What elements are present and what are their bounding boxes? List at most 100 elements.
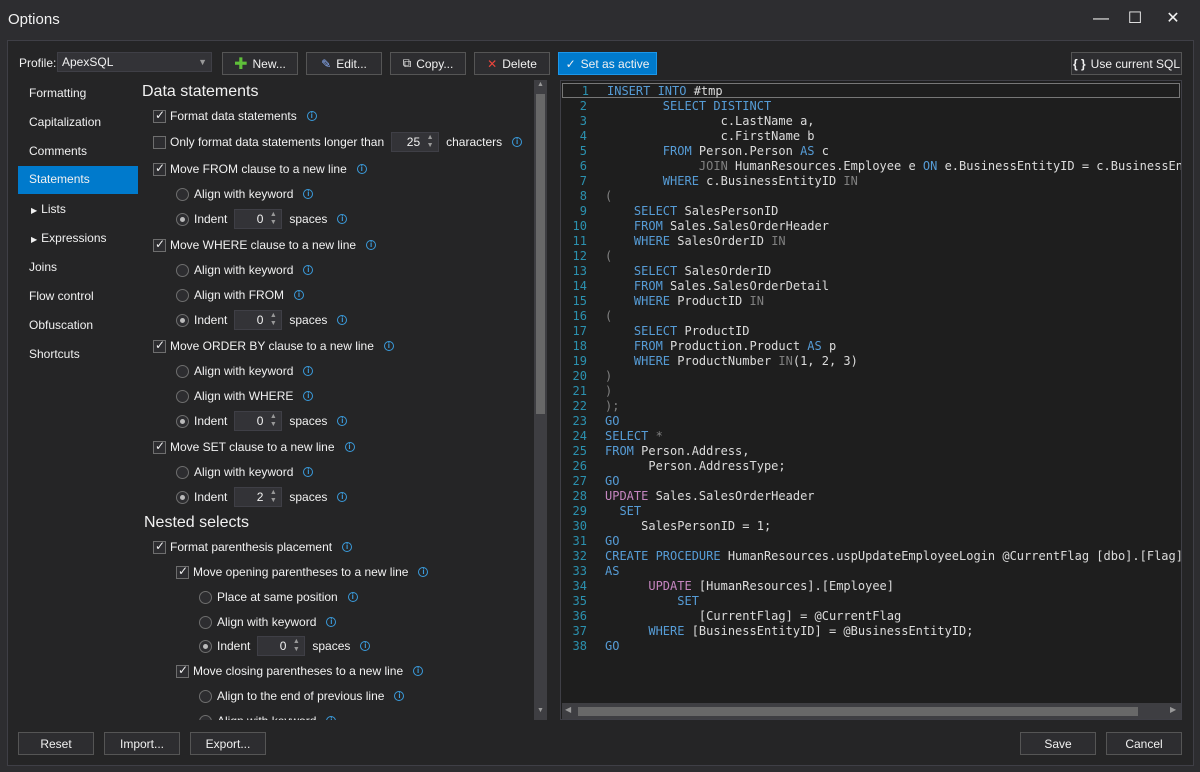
scroll-up-icon[interactable]: ▲	[535, 81, 546, 88]
export-button[interactable]: Export...	[190, 732, 266, 755]
code-line: 36 [CurrentFlag] = @CurrentFlag	[561, 609, 902, 624]
info-icon[interactable]: i	[394, 691, 405, 701]
order-indent-stepper[interactable]: 0 ▲ ▼	[234, 411, 283, 431]
move-opening-paren-checkbox[interactable]: Move opening parentheses to a new line i	[176, 562, 429, 582]
nav-item-joins[interactable]: Joins	[18, 254, 138, 282]
format-parenthesis-checkbox[interactable]: Format parenthesis placement i	[153, 537, 353, 557]
info-icon[interactable]: i	[303, 391, 314, 401]
stepper-arrows-icon[interactable]: ▲ ▼	[267, 312, 279, 328]
nav-item-capitalization[interactable]: Capitalization	[18, 109, 138, 137]
info-icon[interactable]: i	[337, 315, 348, 325]
nav-item-comments[interactable]: Comments	[18, 138, 138, 166]
only-format-longer-checkbox[interactable]: Only format data statements longer than …	[153, 132, 523, 152]
cancel-button[interactable]: Cancel	[1106, 732, 1182, 755]
stepper-arrows-icon[interactable]: ▲ ▼	[267, 489, 279, 505]
info-icon[interactable]: i	[326, 617, 337, 627]
stepper-arrows-icon[interactable]: ▲ ▼	[424, 134, 436, 150]
open-indent-radio[interactable]: Indent 0 ▲ ▼ spaces i	[199, 636, 371, 656]
info-icon[interactable]: i	[347, 592, 358, 602]
code-token: AS	[605, 564, 620, 578]
info-icon[interactable]: i	[303, 366, 314, 376]
code-token: SELECT	[605, 264, 678, 278]
move-order-by-checkbox[interactable]: Move ORDER BY clause to a new line i	[153, 336, 394, 356]
save-button[interactable]: Save	[1020, 732, 1096, 755]
open-same-position-radio[interactable]: Place at same position i	[199, 587, 358, 607]
move-where-checkbox[interactable]: Move WHERE clause to a new line i	[153, 235, 377, 255]
where-indent-radio[interactable]: Indent 0 ▲ ▼ spaces i	[176, 310, 348, 330]
open-indent-stepper[interactable]: 0 ▲ ▼	[257, 636, 306, 656]
info-icon[interactable]: i	[356, 164, 367, 174]
nav-item-statements[interactable]: Statements	[18, 166, 138, 194]
scrollbar-thumb[interactable]	[536, 94, 545, 414]
scroll-left-icon[interactable]: ◀	[565, 705, 571, 714]
nav-item-formatting[interactable]: Formatting	[18, 80, 138, 108]
line-number: 31	[572, 534, 587, 548]
order-indent-radio[interactable]: Indent 0 ▲ ▼ spaces i	[176, 411, 348, 431]
info-icon[interactable]: i	[303, 189, 314, 199]
from-indent-stepper[interactable]: 0 ▲ ▼	[234, 209, 283, 229]
info-icon[interactable]: i	[366, 240, 377, 250]
copy-profile-button[interactable]: ⧉ Copy...	[390, 52, 466, 75]
where-indent-stepper[interactable]: 0 ▲ ▼	[234, 310, 283, 330]
nav-item-flow-control[interactable]: Flow control	[18, 283, 138, 311]
open-align-keyword-radio[interactable]: Align with keyword i	[199, 612, 337, 632]
nav-item-shortcuts[interactable]: Shortcuts	[18, 341, 138, 369]
use-current-sql-button[interactable]: { } Use current SQL	[1071, 52, 1182, 75]
nav-item-lists[interactable]: ▶ Lists	[18, 196, 138, 224]
where-align-keyword-radio[interactable]: Align with keyword i	[176, 260, 314, 280]
order-align-keyword-radio[interactable]: Align with keyword i	[176, 361, 314, 381]
edit-profile-button[interactable]: ✎ Edit...	[306, 52, 382, 75]
settings-scrollbar[interactable]: ▲ ▼	[534, 80, 547, 720]
info-icon[interactable]: i	[413, 666, 424, 676]
stepper-arrows-icon[interactable]: ▲ ▼	[290, 638, 302, 654]
move-closing-paren-checkbox[interactable]: Move closing parentheses to a new line i	[176, 661, 424, 681]
new-profile-button[interactable]: ✚ New...	[222, 52, 298, 75]
scroll-down-icon[interactable]: ▼	[535, 707, 546, 714]
option-label: spaces	[289, 414, 328, 428]
close-button[interactable]: ✕	[1158, 6, 1188, 32]
scroll-right-icon[interactable]: ▶	[1170, 705, 1176, 714]
set-active-button[interactable]: ✓ Set as active	[558, 52, 657, 75]
info-icon[interactable]: i	[342, 542, 353, 552]
reset-button[interactable]: Reset	[18, 732, 94, 755]
from-indent-radio[interactable]: Indent 0 ▲ ▼ spaces i	[176, 209, 348, 229]
format-data-statements-checkbox[interactable]: Format data statements i	[153, 106, 317, 126]
set-indent-radio[interactable]: Indent 2 ▲ ▼ spaces i	[176, 487, 348, 507]
from-align-keyword-radio[interactable]: Align with keyword i	[176, 184, 314, 204]
set-align-keyword-radio[interactable]: Align with keyword i	[176, 462, 314, 482]
stepper-value: 0	[279, 639, 287, 653]
info-icon[interactable]: i	[306, 111, 317, 121]
info-icon[interactable]: i	[294, 290, 305, 300]
scrollbar-thumb[interactable]	[578, 707, 1138, 716]
order-align-where-radio[interactable]: Align with WHERE i	[176, 386, 314, 406]
set-indent-stepper[interactable]: 2 ▲ ▼	[234, 487, 283, 507]
sql-preview-editor[interactable]: 1 INSERT INTO #tmp 2 SELECT DISTINCT 3 c.La…	[560, 80, 1182, 720]
info-icon[interactable]: i	[303, 467, 314, 477]
minimize-button[interactable]: —	[1086, 6, 1116, 32]
delete-profile-button[interactable]: ✕ Delete	[474, 52, 550, 75]
close-align-keyword-radio[interactable]: Align with keyword i	[199, 711, 337, 720]
close-align-end-prev-radio[interactable]: Align to the end of previous line i	[199, 686, 405, 706]
nav-item-expressions[interactable]: ▶ Expressions	[18, 225, 138, 253]
info-icon[interactable]: i	[326, 716, 337, 720]
info-icon[interactable]: i	[418, 567, 429, 577]
stepper-arrows-icon[interactable]: ▲ ▼	[267, 413, 279, 429]
info-icon[interactable]: i	[383, 341, 394, 351]
info-icon[interactable]: i	[303, 265, 314, 275]
maximize-button[interactable]: ☐	[1120, 6, 1150, 32]
min-length-stepper[interactable]: 25 ▲ ▼	[391, 132, 440, 152]
info-icon[interactable]: i	[512, 137, 523, 147]
stepper-arrows-icon[interactable]: ▲ ▼	[267, 211, 279, 227]
where-align-from-radio[interactable]: Align with FROM i	[176, 285, 305, 305]
info-icon[interactable]: i	[360, 641, 371, 651]
profile-select[interactable]: ApexSQL ▼	[57, 52, 212, 72]
editor-horizontal-scrollbar[interactable]: ◀ ▶	[562, 703, 1181, 719]
info-icon[interactable]: i	[337, 416, 348, 426]
info-icon[interactable]: i	[337, 214, 348, 224]
move-from-checkbox[interactable]: Move FROM clause to a new line i	[153, 159, 367, 179]
import-button[interactable]: Import...	[104, 732, 180, 755]
info-icon[interactable]: i	[344, 442, 355, 452]
move-set-checkbox[interactable]: Move SET clause to a new line i	[153, 437, 355, 457]
info-icon[interactable]: i	[337, 492, 348, 502]
nav-item-obfuscation[interactable]: Obfuscation	[18, 312, 138, 340]
